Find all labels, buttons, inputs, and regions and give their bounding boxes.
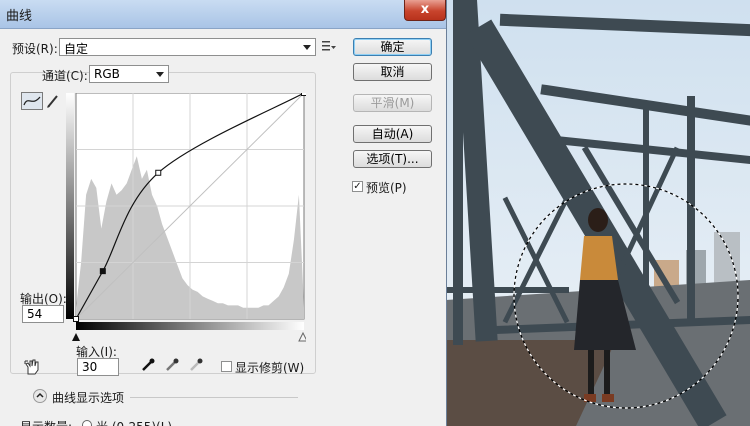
curve-control-point[interactable]: [155, 169, 162, 176]
options-divider: [130, 397, 298, 398]
eyedropper-gray-icon[interactable]: [164, 357, 180, 376]
eyedropper-white-icon[interactable]: [188, 357, 204, 376]
light-option-label: 光 (0-255)(L): [96, 418, 172, 426]
options-button[interactable]: 选项(T)...: [353, 150, 432, 168]
preview-label: 预览(P): [366, 181, 407, 195]
chevron-up-icon[interactable]: [33, 389, 47, 403]
auto-button[interactable]: 自动(A): [353, 125, 432, 143]
chevron-down-icon: [156, 72, 164, 77]
curve-options-label: 曲线显示选项: [52, 391, 125, 405]
preview-checkbox[interactable]: ✓: [352, 181, 363, 192]
preset-value: 自定: [64, 42, 89, 56]
curve-point-icon[interactable]: [21, 92, 43, 110]
black-point-slider[interactable]: [72, 333, 80, 341]
curve-control-point[interactable]: [301, 93, 307, 96]
chevron-down-icon: [303, 45, 311, 50]
cancel-button[interactable]: 取消: [353, 63, 432, 81]
menu-list-icon[interactable]: [322, 40, 336, 55]
channel-select[interactable]: RGB: [89, 65, 169, 83]
show-amount-label: 显示数量:: [20, 418, 72, 426]
curve-graph[interactable]: [66, 93, 306, 345]
dialog-title: 曲线: [6, 9, 33, 24]
close-button[interactable]: x: [404, 0, 446, 21]
input-gradient-bar: [76, 322, 304, 330]
white-point-slider[interactable]: [298, 331, 306, 342]
title-bar[interactable]: 曲线 x: [0, 0, 446, 29]
input-field[interactable]: 30: [77, 358, 119, 376]
pencil-icon[interactable]: [46, 93, 60, 112]
show-clipping-checkbox[interactable]: [221, 361, 232, 372]
curves-dialog: 曲线 x 预设(R): 自定 确定 取消 平滑(M) 自动(A) 选项(T)..…: [0, 0, 447, 426]
background-photo: [446, 0, 750, 426]
output-gradient-bar: [66, 93, 74, 319]
smooth-button[interactable]: 平滑(M): [353, 94, 432, 112]
curve-control-point[interactable]: [99, 268, 106, 275]
ok-button[interactable]: 确定: [353, 38, 432, 56]
channel-value: RGB: [94, 67, 120, 81]
preset-label: 预设(R):: [12, 42, 58, 56]
preset-select[interactable]: 自定: [59, 38, 316, 56]
show-clipping-label: 显示修剪(W): [235, 361, 305, 375]
hand-adjust-icon[interactable]: [24, 358, 42, 379]
output-field[interactable]: 54: [22, 305, 64, 323]
light-radio[interactable]: [82, 420, 92, 426]
curve-control-point[interactable]: [73, 316, 79, 322]
eyedropper-black-icon[interactable]: [140, 357, 156, 376]
channel-label: 通道(C):: [42, 69, 88, 83]
